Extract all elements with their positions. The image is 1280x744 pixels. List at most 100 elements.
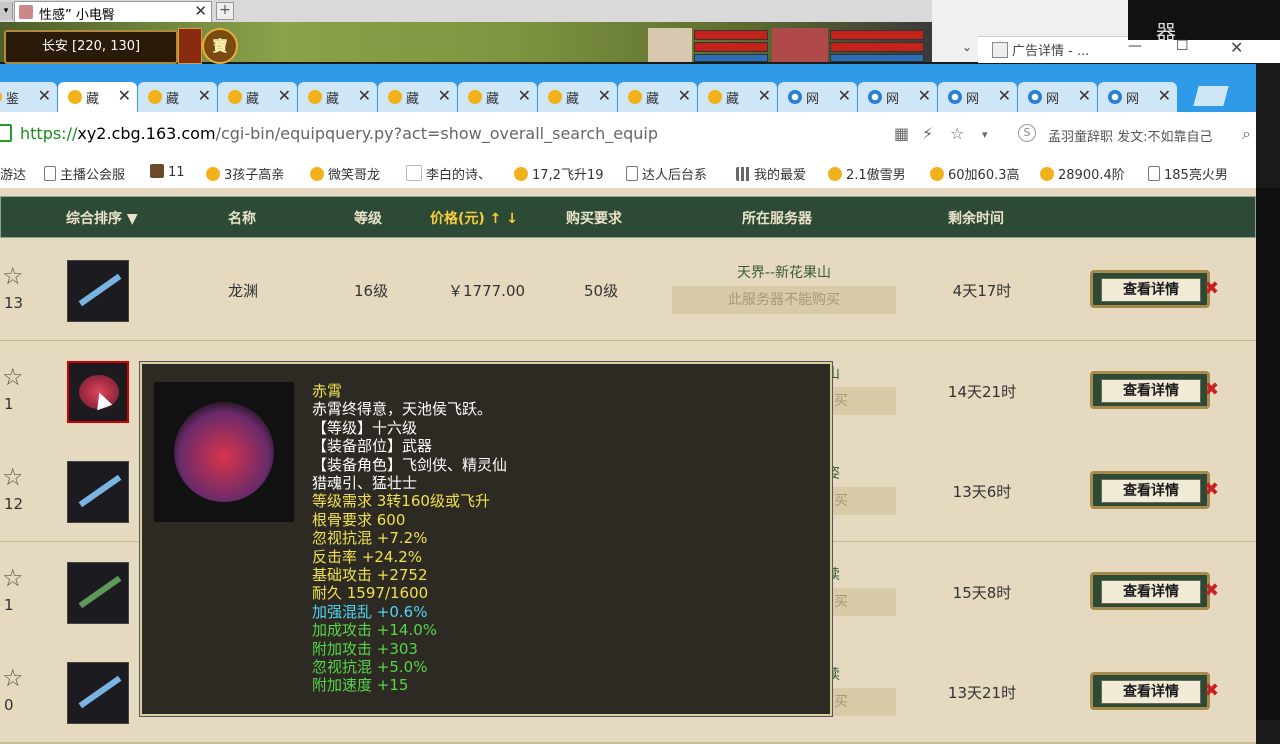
bookmark-item[interactable]: 游达 xyxy=(0,164,26,183)
bookmark-item[interactable]: 达人后台系 xyxy=(626,164,707,183)
browser-tab[interactable]: 藏 ✕ xyxy=(138,82,217,112)
item-name[interactable]: 龙渊 xyxy=(228,280,258,301)
browser-tab[interactable]: 藏 ✕ xyxy=(298,82,377,112)
item-thumbnail[interactable] xyxy=(67,561,129,624)
tooltip-line: 【装备部位】武器 xyxy=(312,437,433,456)
item-thumbnail[interactable] xyxy=(67,360,129,423)
bookmark-item[interactable]: 28900.4阶 xyxy=(1040,164,1125,183)
close-icon[interactable]: ✕ xyxy=(678,86,691,105)
chevron-down-icon[interactable]: ⌄ xyxy=(962,40,972,54)
favorite-star-icon[interactable]: ☆ xyxy=(2,564,24,592)
star-icon[interactable]: ☆ xyxy=(950,124,964,143)
close-icon[interactable]: ✕ xyxy=(518,86,531,105)
close-icon[interactable]: ✕ xyxy=(198,86,211,105)
bookmark-item[interactable]: 我的最爱 xyxy=(736,164,806,183)
favorite-star-icon[interactable]: ☆ xyxy=(2,262,24,290)
time-header: 剩余时间 xyxy=(948,211,1004,227)
game-tab-scroll-icon[interactable]: ▾ xyxy=(0,2,13,20)
close-icon[interactable]: ✕ xyxy=(438,86,451,105)
view-details-button[interactable]: 查看详情 xyxy=(1090,672,1210,710)
bookmark-label: 达人后台系 xyxy=(642,168,708,183)
browser-tab[interactable]: 网 ✕ xyxy=(858,82,937,112)
close-icon[interactable]: ✕ xyxy=(278,86,291,105)
browser-tab[interactable]: 藏 ✕ xyxy=(618,82,697,112)
favorite-star-icon[interactable]: ☆ xyxy=(2,463,24,491)
news-icon[interactable]: S xyxy=(1018,124,1036,142)
browser-tab[interactable]: 藏 ✕ xyxy=(458,82,537,112)
close-icon[interactable]: ✕ xyxy=(194,2,207,20)
close-icon[interactable]: ✕ xyxy=(1078,86,1091,105)
browser-tab[interactable]: 网 ✕ xyxy=(1018,82,1097,112)
item-thumbnail[interactable] xyxy=(67,260,129,322)
star-icon xyxy=(828,167,842,181)
item-thumbnail[interactable] xyxy=(67,461,129,523)
close-icon[interactable]: ✕ xyxy=(758,86,771,105)
browser-tab[interactable]: 藏 ✕ xyxy=(378,82,457,112)
remove-icon[interactable]: ✖ xyxy=(1204,680,1219,701)
view-details-button[interactable]: 查看详情 xyxy=(1090,270,1210,308)
tooltip-line: 加强混乱 +0.6% xyxy=(312,602,428,621)
bookmark-item[interactable]: 李白的诗、 xyxy=(406,164,491,183)
close-icon[interactable]: ✕ xyxy=(1158,86,1171,105)
view-details-button[interactable]: 查看详情 xyxy=(1090,370,1210,409)
close-icon[interactable]: ✕ xyxy=(998,86,1011,105)
chevron-down-icon[interactable]: ▾ xyxy=(982,128,988,141)
browser-tab[interactable]: 藏 ✕ xyxy=(538,82,617,112)
qr-icon[interactable]: ▦ xyxy=(894,124,909,143)
bookmark-item[interactable]: 185亮火男 xyxy=(1148,164,1228,183)
browser-tab[interactable]: 网 ✕ xyxy=(1098,82,1177,112)
browser-tab[interactable]: 藏 ✕ xyxy=(218,82,297,112)
favorite-star-icon[interactable]: ☆ xyxy=(2,363,24,391)
view-details-button[interactable]: 查看详情 xyxy=(1090,471,1210,509)
treasure-badge[interactable]: 寶 xyxy=(202,28,238,64)
browser-tab-label: 藏 xyxy=(246,92,260,107)
close-button[interactable]: ✕ xyxy=(1230,38,1243,57)
maximize-button[interactable]: ☐ xyxy=(1176,38,1189,54)
close-icon[interactable]: ✕ xyxy=(838,86,851,105)
grid-icon xyxy=(736,167,750,181)
remove-icon[interactable]: ✖ xyxy=(1204,479,1219,500)
server-not-purchasable: 此服务器不能购买 xyxy=(672,286,896,314)
pet-avatar[interactable] xyxy=(772,28,828,62)
url-field[interactable]: https://xy2.cbg.163.com/cgi-bin/equipque… xyxy=(20,124,658,143)
close-icon[interactable]: ✕ xyxy=(918,86,931,105)
map-icon[interactable] xyxy=(178,28,202,64)
bookmark-item[interactable]: 11 xyxy=(150,164,185,180)
page-scrollbar[interactable] xyxy=(1256,188,1280,720)
new-tab-button[interactable] xyxy=(1193,86,1229,106)
bookmark-item[interactable]: 微笑哥龙 xyxy=(310,164,380,183)
remove-icon[interactable]: ✖ xyxy=(1204,278,1219,299)
game-tab-icon xyxy=(468,90,482,104)
sort-header[interactable]: 综合排序 ▼ xyxy=(66,208,138,228)
search-icon[interactable]: ⌕ xyxy=(1242,124,1251,144)
browser-tab[interactable]: 藏 ✕ xyxy=(58,82,137,112)
minimize-button[interactable]: — xyxy=(1128,38,1142,54)
bookmark-item[interactable]: 3孩子高亲 xyxy=(206,164,284,183)
tooltip-line: 等级需求 3转160级或飞升 xyxy=(312,492,490,511)
view-details-button[interactable]: 查看详情 xyxy=(1090,571,1210,610)
bookmark-item[interactable]: 主播公会服 xyxy=(44,164,125,183)
add-tab-icon[interactable]: + xyxy=(216,2,234,20)
bookmark-item[interactable]: 2.1傲雪男 xyxy=(828,164,906,183)
favorite-star-icon[interactable]: ☆ xyxy=(2,664,24,692)
game-window-tab[interactable]: 性感” 小电臀 ✕ xyxy=(14,1,212,23)
browser-tab[interactable]: 网 ✕ xyxy=(938,82,1017,112)
close-icon[interactable]: ✕ xyxy=(358,86,371,105)
bookmark-item[interactable]: 60加60.3高 xyxy=(930,164,1020,183)
close-icon[interactable]: ✕ xyxy=(118,86,131,105)
item-thumbnail[interactable] xyxy=(67,662,129,724)
price-header[interactable]: 价格(元) ↑ ↓ xyxy=(430,208,518,228)
remove-icon[interactable]: ✖ xyxy=(1204,580,1219,601)
remove-icon[interactable]: ✖ xyxy=(1204,379,1219,400)
bookmark-item[interactable]: 17,2飞升19 xyxy=(514,164,604,183)
browser-tab[interactable]: 网 ✕ xyxy=(778,82,857,112)
close-icon[interactable]: ✕ xyxy=(38,86,51,105)
news-ticker[interactable]: 孟羽童辞职 发文:不如靠自己 xyxy=(1048,126,1213,145)
browser-tab[interactable]: 鉴 ✕ xyxy=(0,82,57,112)
browser-tab-label: 藏 xyxy=(406,92,420,107)
browser-tab-label: 网 xyxy=(806,92,820,107)
player-avatar[interactable] xyxy=(648,28,692,62)
lightning-icon[interactable]: ⚡ xyxy=(922,124,933,143)
browser-tab[interactable]: 藏 ✕ xyxy=(698,82,777,112)
close-icon[interactable]: ✕ xyxy=(598,86,611,105)
